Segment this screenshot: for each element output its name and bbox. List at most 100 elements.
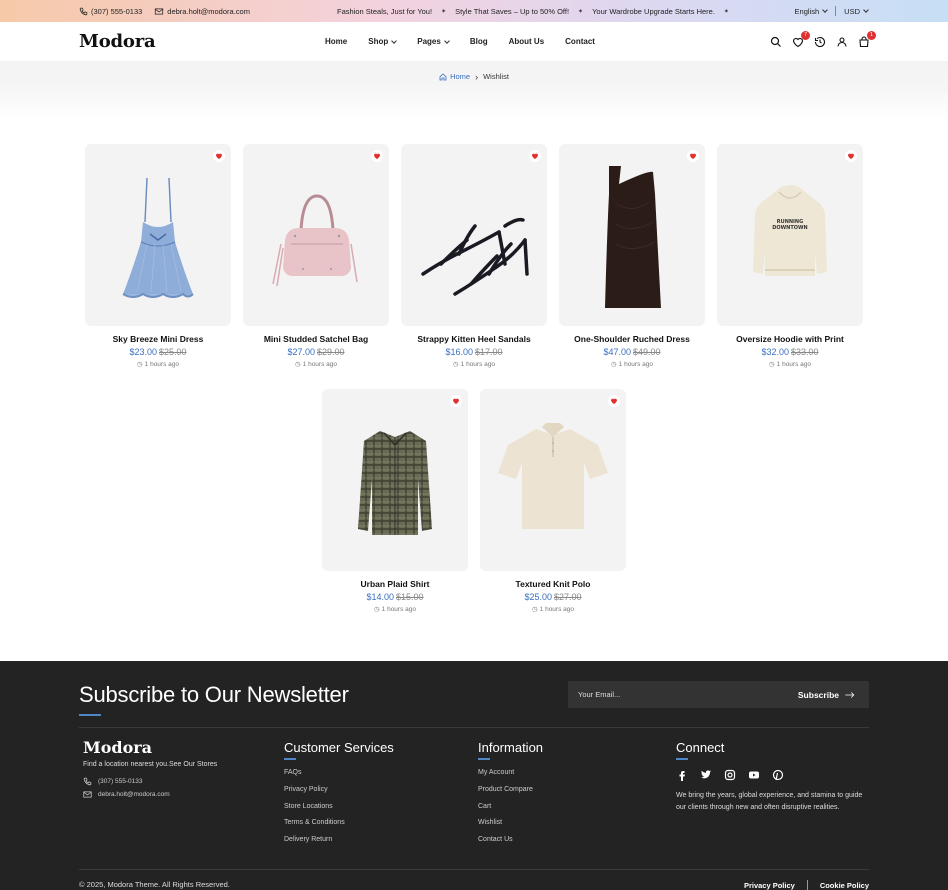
product-card[interactable]: One-Shoulder Ruched Dress $47.00 $49.00 ◷…: [559, 144, 705, 368]
topbar-email[interactable]: debra.holt@modora.com: [154, 7, 250, 16]
remove-from-wishlist-button[interactable]: [529, 150, 541, 162]
cookie-policy-link[interactable]: Cookie Policy: [820, 881, 869, 890]
privacy-policy-link[interactable]: Privacy Policy: [744, 881, 795, 890]
customer-services-column: Customer Services FAQs Privacy Policy St…: [284, 740, 394, 853]
product-name[interactable]: Mini Studded Satchel Bag: [243, 334, 389, 344]
product-price: $32.00 $33.00: [717, 347, 863, 357]
search-icon: [770, 36, 781, 47]
product-name[interactable]: Textured Knit Polo: [480, 579, 626, 589]
topbar-phone-text: (307) 555-0133: [91, 6, 143, 16]
subscribe-button[interactable]: Subscribe: [798, 681, 855, 708]
footer-link[interactable]: FAQs: [284, 769, 394, 786]
nav-pages[interactable]: Pages: [417, 37, 450, 46]
footer-logo[interactable]: Modora: [83, 738, 152, 757]
product-card[interactable]: Sky Breeze Mini Dress $23.00 $25.00 ◷ 1 ho…: [85, 144, 231, 368]
sale-price: $23.00: [129, 347, 157, 357]
footer-phone-text: (307) 555-0133: [98, 778, 143, 785]
product-image[interactable]: [559, 144, 705, 326]
breadcrumb-home[interactable]: Home: [439, 72, 470, 81]
topbar-phone[interactable]: (307) 555-0133: [79, 7, 142, 16]
cart-button[interactable]: 1: [858, 30, 876, 48]
breadcrumb-current: Wishlist: [483, 72, 509, 81]
nav-contact[interactable]: Contact: [565, 37, 595, 46]
recently-viewed-button[interactable]: [814, 36, 826, 48]
remove-from-wishlist-button[interactable]: [450, 395, 462, 407]
home-icon: [439, 72, 447, 80]
topbar-email-text: debra.holt@modora.com: [167, 6, 250, 16]
remove-from-wishlist-button[interactable]: [608, 395, 620, 407]
search-button[interactable]: [770, 36, 782, 48]
facebook-icon[interactable]: [676, 769, 688, 781]
footer-email[interactable]: debra.holt@modora.com: [83, 790, 170, 799]
nav-blog[interactable]: Blog: [470, 37, 488, 46]
product-card[interactable]: RUNNING DOWNTOWN Oversize Hoodie with Pr…: [717, 144, 863, 368]
currency-label: USD: [844, 6, 860, 16]
product-card[interactable]: Textured Knit Polo $25.00 $27.00 ◷ 1 hours…: [480, 389, 626, 613]
store-locator-text[interactable]: Find a location nearest you.See Our Stor…: [83, 761, 217, 768]
newsletter-title: Subscribe to Our Newsletter: [79, 682, 349, 707]
site-header: Modora Home Shop Pages Blog About Us Con…: [0, 22, 948, 61]
footer-link[interactable]: Product Compare: [478, 786, 543, 803]
product-name[interactable]: Sky Breeze Mini Dress: [85, 334, 231, 344]
footer-link[interactable]: Cart: [478, 803, 543, 820]
clock-icon: ◷: [373, 606, 380, 613]
footer-link[interactable]: Contact Us: [478, 836, 543, 853]
social-links: [676, 769, 866, 781]
footer-link[interactable]: Terms & Conditions: [284, 819, 394, 836]
nav-home[interactable]: Home: [325, 37, 347, 46]
product-name[interactable]: One-Shoulder Ruched Dress: [559, 334, 705, 344]
chevron-right-icon: ›: [475, 71, 479, 82]
remove-from-wishlist-button[interactable]: [213, 150, 225, 162]
language-select[interactable]: English: [795, 7, 828, 16]
dress-blue-image: [122, 177, 194, 298]
footer-link[interactable]: Store Locations: [284, 803, 394, 820]
product-card[interactable]: Mini Studded Satchel Bag $27.00 $29.00 ◷ 1…: [243, 144, 389, 368]
information-column: Information My Account Product Compare C…: [478, 740, 543, 853]
original-price: $33.00: [791, 347, 819, 357]
pinterest-icon[interactable]: [772, 769, 784, 781]
newsletter-email-input[interactable]: Your Email...: [578, 681, 620, 708]
footer-email-text: debra.holt@modora.com: [98, 791, 170, 798]
youtube-icon[interactable]: [748, 769, 760, 781]
product-card[interactable]: Strappy Kitten Heel Sandals $16.00 $17.00…: [401, 144, 547, 368]
footer-link[interactable]: My Account: [478, 769, 543, 786]
phone-icon: [79, 7, 88, 15]
product-image[interactable]: [243, 144, 389, 326]
product-name[interactable]: Urban Plaid Shirt: [322, 579, 468, 589]
product-image[interactable]: RUNNING DOWNTOWN: [717, 144, 863, 326]
nav-shop[interactable]: Shop: [368, 37, 398, 46]
instagram-icon[interactable]: [724, 769, 736, 781]
promo-text: Fashion Steals, Just for You!: [337, 6, 433, 16]
product-image[interactable]: [322, 389, 468, 571]
sale-price: $25.00: [524, 592, 552, 602]
sale-price: $14.00: [366, 592, 394, 602]
nav-about[interactable]: About Us: [509, 37, 545, 46]
dress-brown-image: [605, 166, 661, 308]
currency-select[interactable]: USD: [844, 6, 869, 16]
phone-icon: [83, 777, 92, 786]
clock-icon: ◷: [294, 361, 301, 368]
product-name[interactable]: Strappy Kitten Heel Sandals: [401, 334, 547, 344]
product-card[interactable]: Urban Plaid Shirt $14.00 $15.00 ◷ 1 hours …: [322, 389, 468, 613]
site-logo[interactable]: Modora: [79, 31, 156, 52]
heart-filled-icon: [216, 153, 222, 159]
wishlist-button[interactable]: 7: [792, 30, 810, 48]
chevron-down-icon: [443, 37, 450, 44]
footer-phone[interactable]: (307) 555-0133: [83, 777, 142, 786]
product-image[interactable]: [401, 144, 547, 326]
product-image[interactable]: [480, 389, 626, 571]
link-list: My Account Product Compare Cart Wishlist…: [478, 769, 543, 853]
clock-icon: ◷: [610, 361, 617, 368]
remove-from-wishlist-button[interactable]: [845, 150, 857, 162]
footer-link[interactable]: Wishlist: [478, 819, 543, 836]
footer-link[interactable]: Privacy Policy: [284, 786, 394, 803]
footer-link[interactable]: Delivery Return: [284, 836, 394, 853]
remove-from-wishlist-button[interactable]: [687, 150, 699, 162]
account-button[interactable]: [836, 36, 848, 48]
added-time-text: 1 hours ago: [776, 360, 811, 368]
twitter-icon[interactable]: [700, 769, 712, 781]
product-name[interactable]: Oversize Hoodie with Print: [717, 334, 863, 344]
remove-from-wishlist-button[interactable]: [371, 150, 383, 162]
original-price: $25.00: [159, 347, 187, 357]
product-image[interactable]: [85, 144, 231, 326]
